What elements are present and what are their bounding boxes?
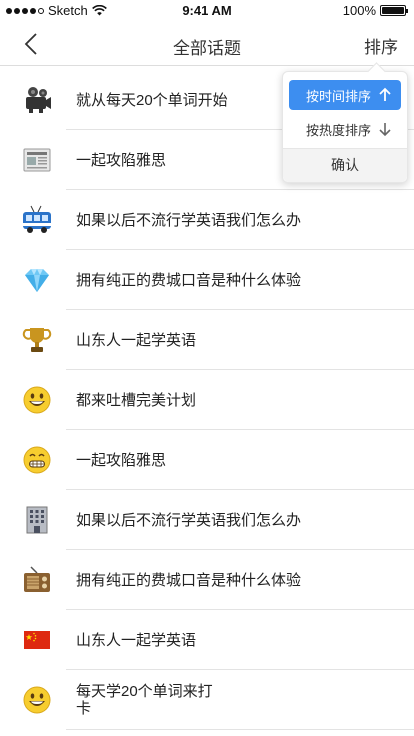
confirm-button[interactable]: 确认 xyxy=(283,148,407,182)
list-item[interactable]: 拥有纯正的费城口音是种什么体验 xyxy=(0,250,414,310)
trolleybus-icon xyxy=(20,203,54,237)
gem-icon xyxy=(20,263,54,297)
list-item-label: 拥有纯正的费城口音是种什么体验 xyxy=(76,571,302,589)
list-item[interactable]: 每天学20个单词来打卡 xyxy=(0,670,414,730)
sort-by-time-option[interactable]: 按时间排序 xyxy=(289,80,401,110)
sort-button[interactable]: 排序 xyxy=(364,33,398,58)
trophy-icon xyxy=(20,323,54,357)
arrow-down-icon xyxy=(379,123,391,137)
sort-by-heat-label: 按热度排序 xyxy=(306,122,372,138)
list-item-label: 山东人一起学英语 xyxy=(76,331,197,349)
list-item-label: 如果以后不流行学英语我们怎么办 xyxy=(76,211,302,229)
list-item[interactable]: 山东人一起学英语 xyxy=(0,310,414,370)
list-item-label: 如果以后不流行学英语我们怎么办 xyxy=(76,511,302,529)
list-item-label: 一起攻陷雅思 xyxy=(76,451,167,469)
battery-percent: 100% xyxy=(342,3,376,18)
list-item[interactable]: 山东人一起学英语 xyxy=(0,610,414,670)
page-title: 全部话题 xyxy=(173,39,241,58)
nav-bar: 全部话题 排序 xyxy=(0,22,414,66)
status-bar: Sketch 9:41 AM 100% xyxy=(0,0,414,22)
list-item[interactable]: 如果以后不流行学英语我们怎么办 xyxy=(0,190,414,250)
list-item[interactable]: 一起攻陷雅思 xyxy=(0,430,414,490)
sort-menu: 按时间排序 按热度排序 确认 xyxy=(282,71,408,183)
sort-by-time-label: 按时间排序 xyxy=(306,88,372,104)
list-item-label: 山东人一起学英语 xyxy=(76,631,197,649)
list-item-label: 每天学20个单词来打卡 xyxy=(76,683,213,717)
movie-camera-icon xyxy=(20,83,54,117)
arrow-up-icon xyxy=(379,87,391,101)
battery-icon xyxy=(380,5,408,16)
china-flag-icon xyxy=(20,623,54,657)
status-right: 100% xyxy=(342,3,408,18)
list-item[interactable]: 拥有纯正的费城口音是种什么体验 xyxy=(0,550,414,610)
sort-by-heat-option[interactable]: 按热度排序 xyxy=(289,114,401,144)
radio-icon xyxy=(20,563,54,597)
list-item-label: 拥有纯正的费城口音是种什么体验 xyxy=(76,271,302,289)
list-item-label: 都来吐槽完美计划 xyxy=(76,391,197,409)
newspaper-icon xyxy=(20,143,54,177)
grimace-icon xyxy=(20,443,54,477)
smiley-icon xyxy=(20,383,54,417)
smiley-icon xyxy=(20,683,54,717)
list-item[interactable]: 都来吐槽完美计划 xyxy=(0,370,414,430)
office-building-icon xyxy=(20,503,54,537)
list-item[interactable]: 如果以后不流行学英语我们怎么办 xyxy=(0,490,414,550)
